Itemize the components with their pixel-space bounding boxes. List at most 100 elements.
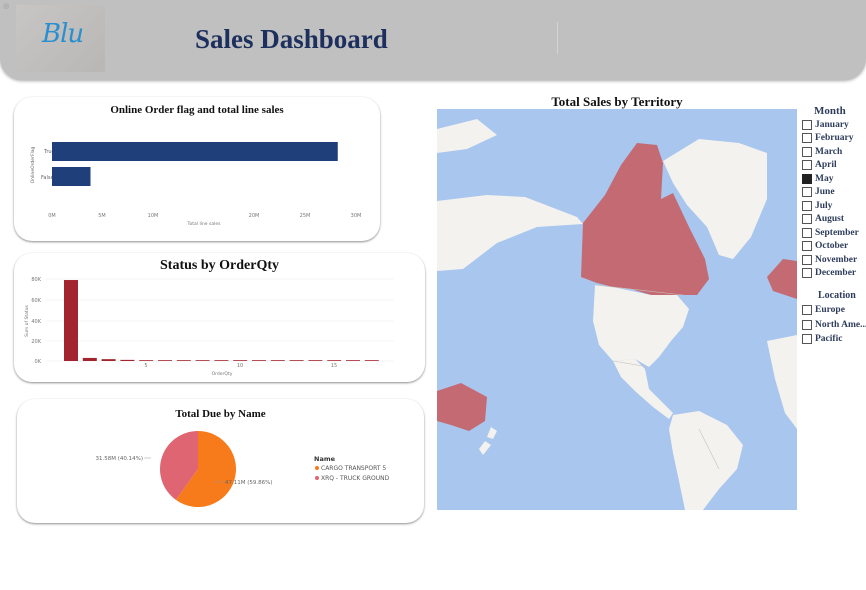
pie-legend-item[interactable]: CARGO TRANSPORT 5 [321,465,386,472]
page-title: Sales Dashboard [195,24,388,54]
status-xlabel: OrderQty [212,371,233,377]
checkbox-icon[interactable] [802,119,812,130]
status-bar[interactable] [270,360,285,361]
status-bar[interactable] [308,360,323,361]
month-option-april[interactable]: April [802,158,837,171]
pie-legend-item[interactable]: XRQ - TRUCK GROUND [321,475,390,482]
month-option-february[interactable]: February [802,131,854,144]
pie-label-truck-ground: 31.58M (40.14%) [95,456,143,462]
header-bar: ◎ Blu Sales Dashboard [0,0,866,80]
map-title: Total Sales by Territory [551,94,683,109]
legend-marker-truck-ground [315,476,319,480]
location-option-pacific[interactable]: Pacific [802,332,842,345]
status-bar[interactable] [139,360,154,361]
month-label: March [815,146,843,157]
checkbox-icon[interactable] [802,200,812,211]
status-xtick: 10 [237,363,243,369]
status-bar[interactable] [364,360,379,361]
online-order-card[interactable]: Online Order flag and total line sales O… [14,97,380,241]
month-option-january[interactable]: January [802,118,849,131]
checkbox-icon[interactable] [802,333,812,344]
status-ytick: 80K [31,277,41,283]
logo-text: Blu [42,19,84,49]
location-slicer-title: Location [818,290,856,301]
month-option-september[interactable]: September [802,226,859,239]
legend-marker-cargo-transport [315,466,319,470]
total-due-card[interactable]: Total Due by Name 31.58M (40.14%) 47.11M… [17,399,424,523]
status-bar[interactable] [252,360,266,361]
online-order-xtick: 30M [351,213,362,219]
online-order-xtick: 20M [249,213,260,219]
status-bar[interactable] [233,360,248,361]
status-bar[interactable] [195,360,210,361]
month-label: April [815,159,837,170]
month-slicer-title: Month [814,105,846,117]
checkbox-checked-icon[interactable] [802,173,812,184]
month-label: November [815,254,858,265]
online-order-xlabel: Total line sales [187,221,222,227]
location-label: North Ame... [815,319,866,330]
month-option-november[interactable]: November [802,253,857,266]
territory-map[interactable] [437,109,797,510]
checkbox-icon[interactable] [802,304,812,315]
status-card[interactable]: Status by OrderQty 80K 60K 40K 20K 0K Su… [14,253,425,382]
month-option-march[interactable]: March [802,145,842,158]
location-option-europe[interactable]: Europe [802,303,845,316]
checkbox-icon[interactable] [802,240,812,251]
checkbox-icon[interactable] [802,213,812,224]
status-ytick: 20K [31,339,41,345]
status-bar[interactable] [346,360,360,361]
location-label: Pacific [815,333,843,344]
month-option-june[interactable]: June [802,185,835,198]
pie-label-cargo-transport: 47.11M (59.86%) [225,480,273,486]
online-order-bar-true[interactable] [52,142,338,161]
month-option-may[interactable]: May [802,172,833,185]
month-option-august[interactable]: August [802,212,844,225]
month-option-july[interactable]: July [802,199,832,212]
month-option-december[interactable]: December [802,266,856,279]
status-bar[interactable] [214,360,229,361]
status-bar[interactable] [289,360,304,361]
location-option-north-america[interactable]: North Ame... [802,318,866,331]
status-bar[interactable] [120,359,135,361]
window-icon: ◎ [3,2,10,10]
status-bar[interactable] [82,357,97,361]
header-divider [557,22,558,54]
status-bar[interactable] [101,359,116,361]
location-label: Europe [815,304,845,315]
online-order-chart: OnlineOrderFlag True False 0M 5M 10M 20M… [30,142,362,227]
month-label: February [815,132,854,143]
checkbox-icon[interactable] [802,267,812,278]
online-order-bar-false[interactable] [52,167,91,186]
online-order-xtick: 5M [98,213,106,219]
online-order-xtick: 0M [48,213,56,219]
checkbox-icon[interactable] [802,319,812,330]
status-ytick: 0K [35,359,42,365]
status-bar[interactable] [158,360,172,361]
status-bar[interactable] [176,360,191,361]
checkbox-icon[interactable] [802,159,812,170]
online-order-xtick: 10M [148,213,159,219]
month-label: September [815,227,859,238]
checkbox-icon[interactable] [802,186,812,197]
status-bars [64,280,379,361]
checkbox-icon[interactable] [802,254,812,265]
checkbox-icon[interactable] [802,146,812,157]
status-bar[interactable] [327,360,342,361]
status-bar[interactable] [64,280,78,361]
month-label: August [815,213,845,224]
status-ylabel: Sum of Status [24,305,30,337]
company-logo: Blu [16,5,105,72]
month-label: January [815,119,849,130]
online-order-xtick: 25M [300,213,311,219]
checkbox-icon[interactable] [802,132,812,143]
checkbox-icon[interactable] [802,227,812,238]
month-label: December [815,267,857,278]
month-label: October [815,240,849,251]
status-chart: 80K 60K 40K 20K 0K Sum of Status 5 10 15… [24,277,394,377]
month-option-october[interactable]: October [802,239,848,252]
online-order-cat-label: False [41,175,54,181]
status-xtick: 5 [144,363,147,369]
status-ytick: 60K [31,298,41,304]
month-label: May [815,173,834,184]
